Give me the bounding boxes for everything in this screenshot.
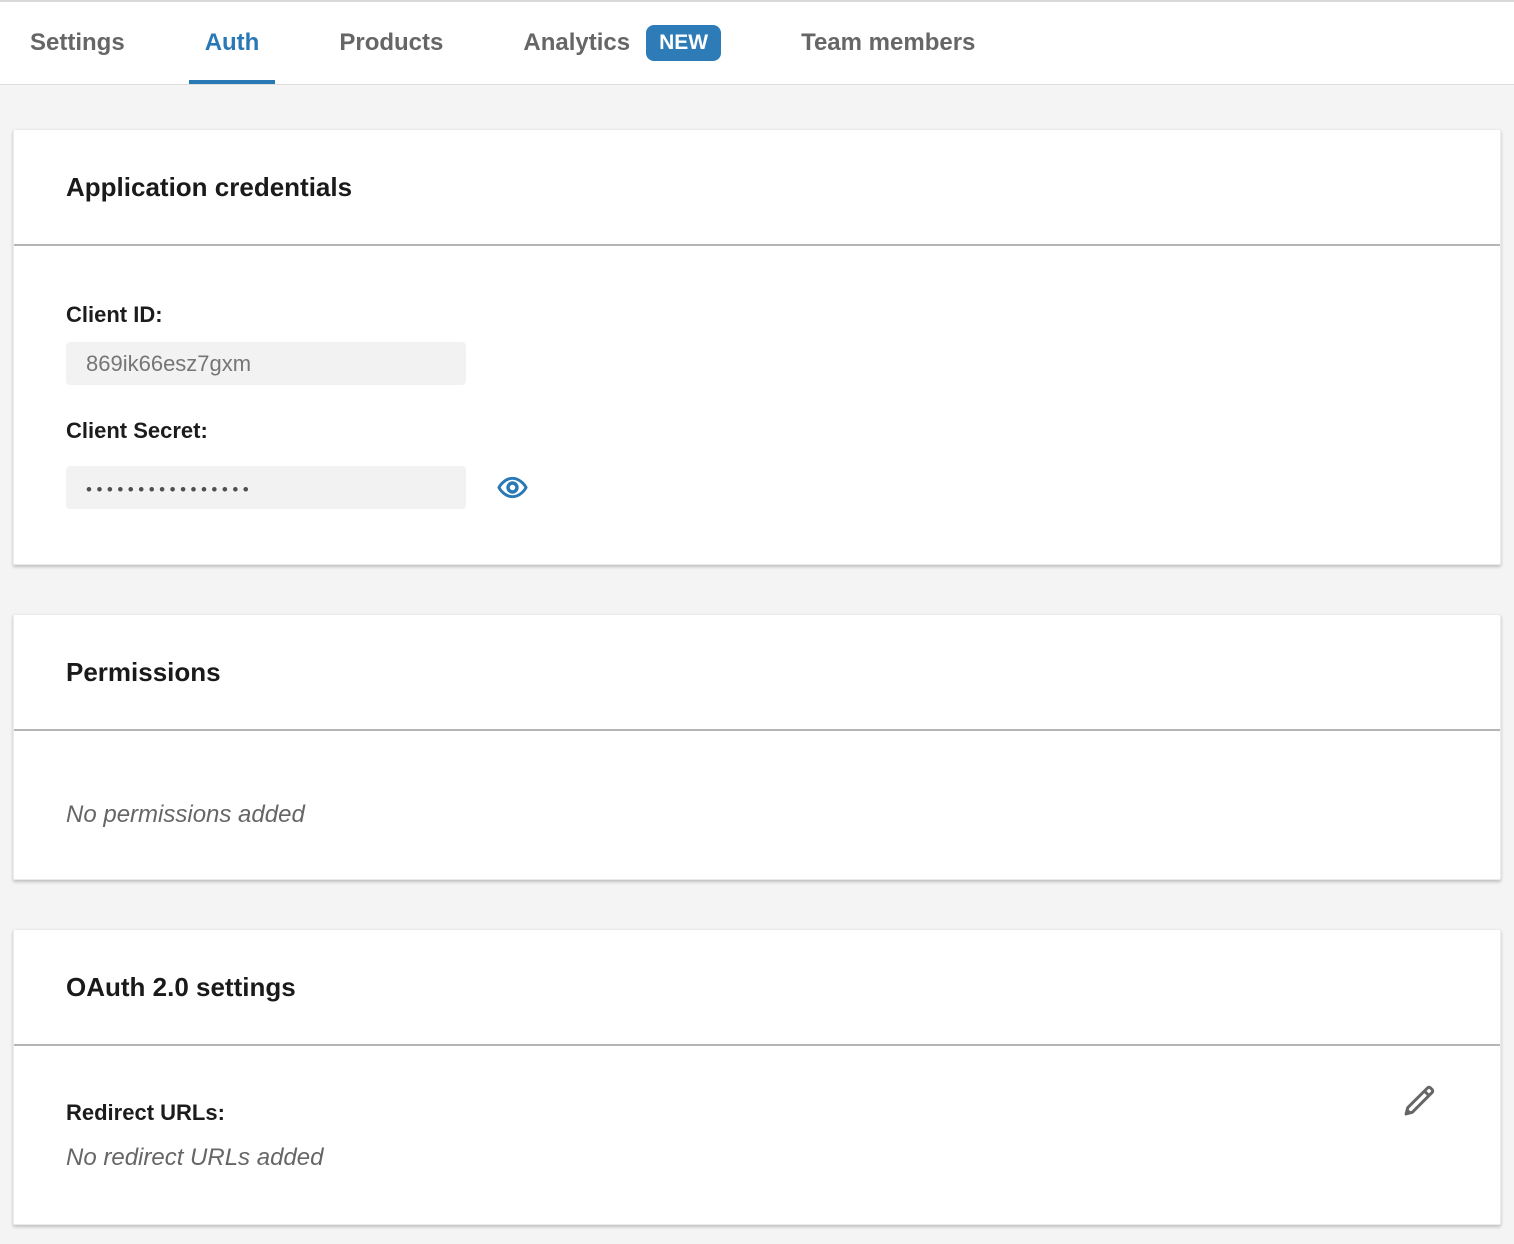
client-id-text: 869ik66esz7gxm xyxy=(86,351,251,377)
permissions-title: Permissions xyxy=(66,657,221,688)
oauth-settings-card: OAuth 2.0 settings Redirect URLs: No red… xyxy=(13,929,1501,1225)
tab-settings-label: Settings xyxy=(30,29,125,57)
redirect-urls-empty-text: No redirect URLs added xyxy=(66,1144,1448,1172)
application-credentials-title: Application credentials xyxy=(66,172,352,203)
active-tab-underline xyxy=(189,80,276,84)
pencil-icon xyxy=(1398,1080,1440,1122)
permissions-card: Permissions No permissions added xyxy=(13,614,1501,880)
tab-products[interactable]: Products xyxy=(323,2,459,84)
main-content: Application credentials Client ID: 869ik… xyxy=(0,85,1514,1239)
permissions-empty-text: No permissions added xyxy=(66,801,1448,829)
new-badge: NEW xyxy=(646,25,721,61)
client-secret-masked-text: •••••••••••••••• xyxy=(86,476,253,500)
application-credentials-body: Client ID: 869ik66esz7gxm Client Secret:… xyxy=(14,246,1500,564)
tab-auth-label: Auth xyxy=(205,29,260,57)
tab-team-members[interactable]: Team members xyxy=(785,2,991,84)
client-id-label: Client ID: xyxy=(66,302,1448,328)
permissions-body: No permissions added xyxy=(14,731,1500,879)
eye-icon xyxy=(497,473,528,502)
oauth-settings-title: OAuth 2.0 settings xyxy=(66,972,296,1003)
redirect-urls-label: Redirect URLs: xyxy=(66,1100,1448,1126)
client-secret-value[interactable]: •••••••••••••••• xyxy=(66,466,466,509)
tab-settings[interactable]: Settings xyxy=(14,2,141,84)
reveal-secret-button[interactable] xyxy=(497,473,528,502)
tab-team-members-label: Team members xyxy=(801,29,975,57)
tab-analytics-label: Analytics xyxy=(523,29,630,57)
tab-products-label: Products xyxy=(339,29,443,57)
oauth-settings-header: OAuth 2.0 settings xyxy=(14,930,1500,1046)
tab-analytics[interactable]: Analytics NEW xyxy=(507,2,737,84)
client-id-value[interactable]: 869ik66esz7gxm xyxy=(66,342,466,385)
client-secret-row: •••••••••••••••• xyxy=(66,466,1448,509)
client-secret-label: Client Secret: xyxy=(66,418,1448,444)
tab-bar: Settings Auth Products Analytics NEW Tea… xyxy=(0,0,1514,85)
tab-auth[interactable]: Auth xyxy=(189,2,276,84)
edit-redirect-urls-button[interactable] xyxy=(1398,1080,1440,1122)
application-credentials-card: Application credentials Client ID: 869ik… xyxy=(13,129,1501,565)
oauth-settings-body: Redirect URLs: No redirect URLs added xyxy=(14,1046,1500,1224)
application-credentials-header: Application credentials xyxy=(14,130,1500,246)
permissions-header: Permissions xyxy=(14,615,1500,731)
